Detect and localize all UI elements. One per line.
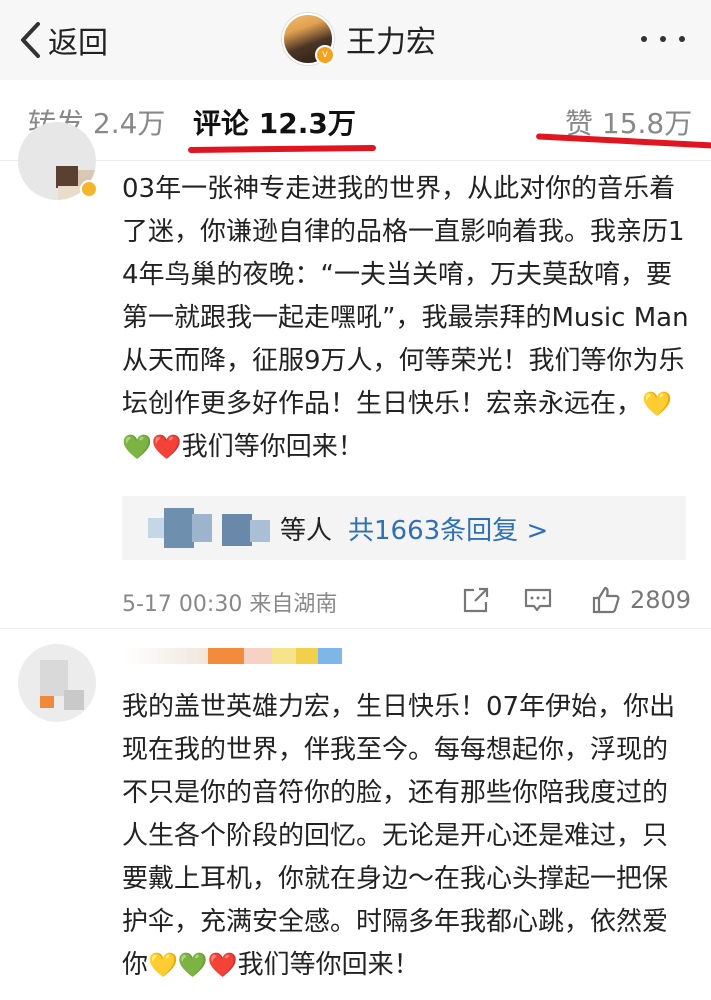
reply-count-link[interactable]: 共1663条回复 > [348, 510, 548, 547]
top-navbar: 返回 v 王力宏 [0, 0, 711, 81]
tab-comments[interactable]: 评论 12.3万 [193, 102, 356, 142]
heart-emojis-icon: 💛💚❤️ [148, 951, 238, 979]
avatar[interactable]: v [282, 13, 335, 65]
comment-body-end: 我们等你回来！ [237, 950, 420, 980]
comment-text: 03年一张神专走进我的世界，从此对你的音乐着了迷，你谦逊自律的品格一直影响着我。… [122, 168, 689, 469]
blurred-username-icon [124, 648, 342, 666]
verified-badge-icon [80, 180, 98, 198]
reply-preview[interactable]: 等人 共1663条回复 > [122, 496, 686, 560]
comment-body: 我的盖世英雄力宏，生日快乐！07年伊始，你出现在我的世界，伴我至今。每每想起你，… [122, 692, 676, 980]
comment-text: 我的盖世英雄力宏，生日快乐！07年伊始，你出现在我的世界，伴我至今。每每想起你，… [122, 686, 689, 987]
comment-icon[interactable] [522, 584, 554, 616]
verified-badge-icon: v [315, 45, 335, 65]
avatar[interactable] [18, 644, 96, 722]
reply-people: 等人 [280, 515, 333, 546]
profile-header[interactable]: v 王力宏 [282, 13, 436, 65]
dot-icon [679, 36, 685, 42]
like-count: 2809 [630, 586, 692, 614]
chevron-left-icon [21, 22, 40, 58]
thumbs-up-icon[interactable] [590, 584, 622, 616]
comment-item: 03年一张神专走进我的世界，从此对你的音乐着了迷，你谦逊自律的品格一直影响着我。… [0, 122, 711, 629]
timestamp: 5-17 00:30 来自湖南 [122, 592, 338, 617]
dot-icon [641, 36, 647, 42]
dot-icon [660, 36, 666, 42]
back-label: 返回 [48, 26, 108, 61]
page-title: 王力宏 [346, 25, 436, 60]
comment-body: 03年一张神专走进我的世界，从此对你的音乐着了迷，你谦逊自律的品格一直影响着我。… [122, 174, 689, 419]
back-button[interactable]: 返回 [18, 18, 108, 62]
comment-body-end: 我们等你回来！ [181, 432, 364, 462]
blurred-name-icon [222, 510, 272, 546]
more-options-button[interactable] [641, 24, 685, 54]
share-icon[interactable] [460, 584, 492, 616]
comment-meta: 5-17 00:30 来自湖南 2809 [122, 580, 692, 620]
comment-item: 我的盖世英雄力宏，生日快乐！07年伊始，你出现在我的世界，伴我至今。每每想起你，… [0, 630, 711, 1000]
blurred-avatar-icon [148, 508, 212, 548]
